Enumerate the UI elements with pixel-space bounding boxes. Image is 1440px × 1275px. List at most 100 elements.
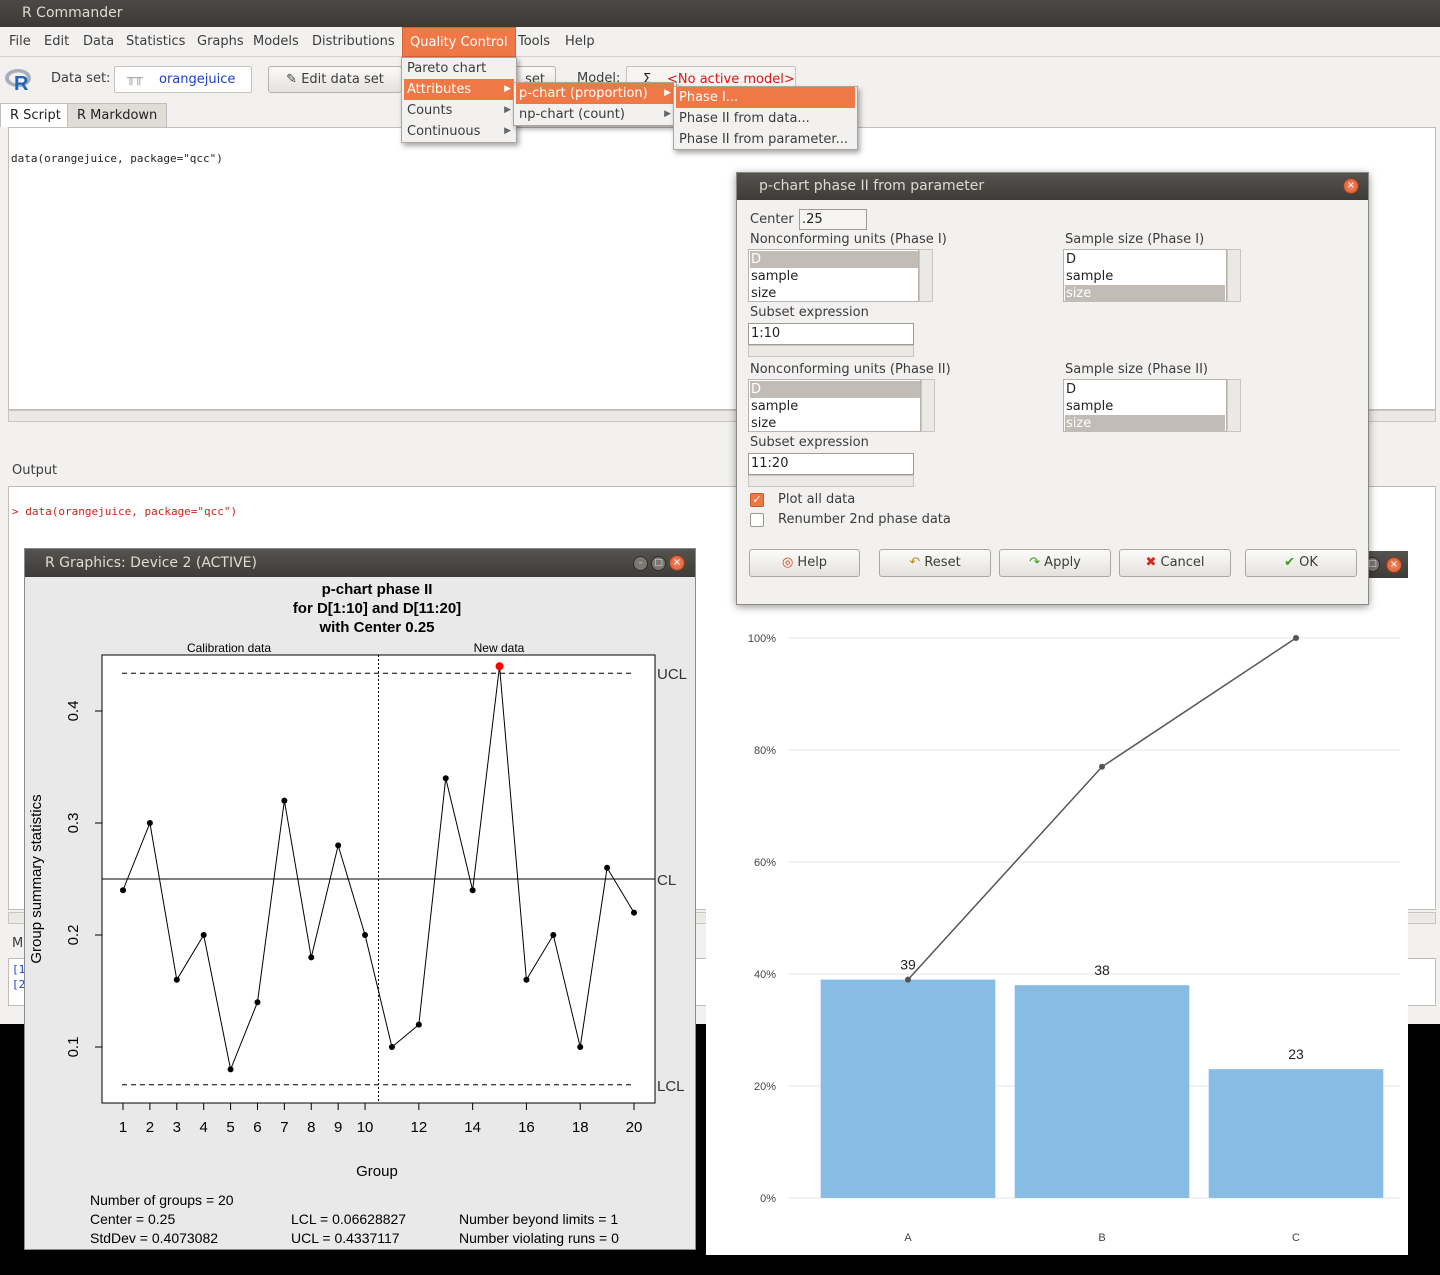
y-tick-label: 40% <box>754 969 776 981</box>
window-title: R Commander <box>0 0 1440 27</box>
y-tick-label: 80% <box>754 745 776 757</box>
cumulative-point <box>1099 763 1105 770</box>
list-item[interactable]: D <box>750 381 920 398</box>
list-item[interactable]: sample <box>1065 268 1225 285</box>
maximize-icon[interactable]: □ <box>651 556 666 571</box>
close-icon[interactable]: × <box>669 555 685 571</box>
list-item[interactable]: sample <box>750 398 920 415</box>
data-point <box>173 976 180 983</box>
stat-stddev: StdDev = 0.4073082 <box>90 1230 218 1246</box>
menu-edit[interactable]: Edit <box>37 27 76 57</box>
list-item[interactable]: size <box>750 415 920 432</box>
output-line: > data(orangejuice, package="qcc") <box>12 505 238 518</box>
sample-size-phase2-list[interactable]: D sample size <box>1063 379 1227 432</box>
edit-dataset-button[interactable]: ✎ Edit data set <box>268 66 402 93</box>
pencil-icon: ✎ <box>286 72 298 87</box>
close-icon[interactable]: × <box>1386 557 1402 573</box>
sample-size-phase1-list[interactable]: D sample size <box>1063 249 1227 302</box>
list-item[interactable]: D <box>750 251 918 268</box>
submenu-arrow-icon: ▶ <box>504 105 511 115</box>
close-icon[interactable]: × <box>1343 178 1359 194</box>
list-item[interactable]: sample <box>750 268 918 285</box>
menu-data[interactable]: Data <box>76 27 121 57</box>
list-item[interactable]: D <box>1065 381 1225 398</box>
menu-graphs[interactable]: Graphs <box>190 27 251 57</box>
menu-file[interactable]: File <box>2 27 38 57</box>
nonconforming-phase2-list[interactable]: D sample size <box>748 379 921 432</box>
ok-button[interactable]: ✔ OK <box>1245 549 1357 577</box>
sample-size-phase1-label: Sample size (Phase I) <box>1065 232 1205 247</box>
cancel-button[interactable]: ✖ Cancel <box>1119 549 1231 577</box>
list-vscrollbar[interactable] <box>1227 249 1241 302</box>
list-vscrollbar[interactable] <box>921 379 935 432</box>
menu-help[interactable]: Help <box>558 27 602 57</box>
list-item[interactable]: size <box>1065 285 1225 302</box>
menu-item-continuous[interactable]: Continuous ▶ <box>404 121 514 142</box>
section-label-new: New data <box>474 641 525 655</box>
menu-statistics[interactable]: Statistics <box>119 27 192 57</box>
menu-item-attributes[interactable]: Attributes ▶ <box>404 79 514 100</box>
chart-subtitle: with Center 0.25 <box>318 619 434 636</box>
data-point <box>120 887 126 894</box>
dataset-button[interactable]: ╥╥ orangejuice <box>114 66 252 93</box>
data-point <box>415 1021 422 1028</box>
plot-all-checkbox[interactable]: ✓ <box>750 493 764 507</box>
renumber-checkbox[interactable] <box>750 513 764 527</box>
menu-distributions[interactable]: Distributions <box>305 27 402 57</box>
graphics-window-title: R Graphics: Device 2 (ACTIVE) <box>25 549 695 577</box>
x-tick-label: 9 <box>334 1119 342 1136</box>
reset-button[interactable]: ↶ Reset <box>879 549 991 577</box>
menubar: File Edit Data Statistics Graphs Models … <box>0 27 1440 57</box>
data-point <box>442 775 449 782</box>
menu-item-np-chart[interactable]: np-chart (count) ▶ <box>516 104 674 125</box>
list-vscrollbar[interactable] <box>919 249 933 302</box>
minimize-icon[interactable]: – <box>633 556 648 571</box>
center-input[interactable]: .25 <box>799 209 867 230</box>
tab-r-script[interactable]: R Script <box>0 103 71 127</box>
x-tick-label: 6 <box>253 1119 261 1136</box>
list-vscrollbar[interactable] <box>1227 379 1241 432</box>
apply-button[interactable]: ↷ Apply <box>999 549 1111 577</box>
y-tick-label: 0% <box>760 1193 776 1205</box>
menu-item-phase-2-data[interactable]: Phase II from data... <box>676 108 855 129</box>
script-line: data(orangejuice, package="qcc") <box>11 152 223 165</box>
dataset-label: Data set: <box>51 71 111 86</box>
bar <box>1208 1069 1384 1198</box>
data-point <box>523 976 530 983</box>
menu-item-pareto-chart[interactable]: Pareto chart <box>404 58 514 79</box>
subset2-label: Subset expression <box>750 435 869 450</box>
menu-item-phase-2-parameter[interactable]: Phase II from parameter... <box>676 129 855 150</box>
menu-item-counts[interactable]: Counts ▶ <box>404 100 514 121</box>
x-tick-label: 4 <box>200 1119 208 1136</box>
x-tick-label: 3 <box>173 1119 181 1136</box>
data-point <box>146 820 153 826</box>
help-button[interactable]: ◎ Help <box>749 549 860 577</box>
menu-tools[interactable]: Tools <box>511 27 557 57</box>
list-item[interactable]: size <box>750 285 918 302</box>
menu-item-phase-1[interactable]: Phase I... <box>676 87 855 108</box>
table-icon: ╥╥ <box>127 71 143 86</box>
x-tick-label: 10 <box>357 1119 374 1136</box>
x-tick-label: 8 <box>307 1119 315 1136</box>
menu-models[interactable]: Models <box>246 27 306 57</box>
p-chart-submenu: Phase I... Phase II from data... Phase I… <box>673 86 858 150</box>
data-point <box>362 932 369 938</box>
y-tick-label: 20% <box>754 1081 776 1093</box>
nonconforming-phase1-list[interactable]: D sample size <box>748 249 919 302</box>
subset1-input[interactable]: 1:10 <box>748 323 914 345</box>
y-tick-label: 60% <box>754 857 776 869</box>
subset1-hscrollbar[interactable] <box>748 345 914 357</box>
list-item[interactable]: size <box>1065 415 1225 432</box>
y-tick-label: 0.2 <box>65 925 82 946</box>
limit-label-lcl: LCL <box>657 1078 685 1095</box>
menu-item-p-chart[interactable]: p-chart (proportion) ▶ <box>516 83 674 104</box>
list-item[interactable]: D <box>1065 251 1225 268</box>
nonconforming-phase2-label: Nonconforming units (Phase II) <box>750 362 951 377</box>
subset2-hscrollbar[interactable] <box>748 475 914 487</box>
tab-r-markdown[interactable]: R Markdown <box>67 103 168 127</box>
subset2-input[interactable]: 11:20 <box>748 453 914 475</box>
list-item[interactable]: sample <box>1065 398 1225 415</box>
chart-title: p-chart phase II <box>322 581 433 598</box>
limit-label-ucl: UCL <box>657 666 687 683</box>
menu-quality-control[interactable]: Quality Control <box>402 27 516 57</box>
